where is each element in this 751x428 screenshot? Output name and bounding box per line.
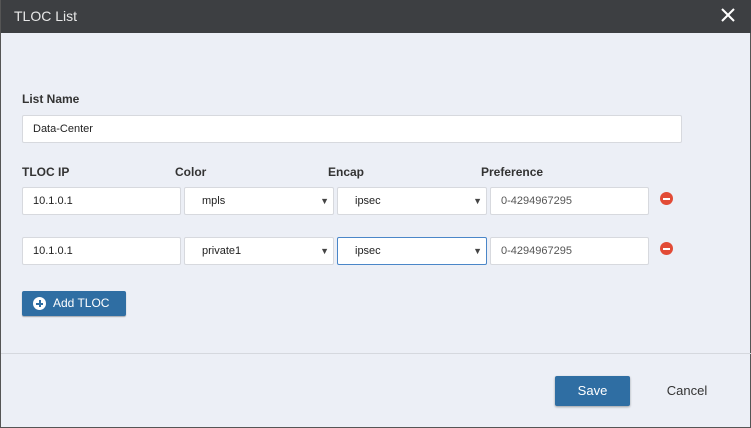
encap-select-value: ipsec xyxy=(355,245,381,257)
tloc-ip-input[interactable]: 10.1.0.1 xyxy=(22,237,181,265)
color-header: Color xyxy=(175,165,207,179)
encap-select[interactable]: ipsec ▼ xyxy=(337,237,487,265)
remove-row-icon[interactable] xyxy=(660,192,673,205)
chevron-down-icon: ▼ xyxy=(473,196,482,206)
encap-select[interactable]: ipsec ▼ xyxy=(337,187,487,215)
dialog-title-bar: TLOC List xyxy=(1,0,751,33)
save-button[interactable]: Save xyxy=(555,376,630,406)
tloc-ip-input[interactable]: 10.1.0.1 xyxy=(22,187,181,215)
add-tloc-button[interactable]: Add TLOC xyxy=(22,291,126,316)
encap-header: Encap xyxy=(328,165,365,179)
preference-input[interactable]: 0-4294967295 xyxy=(490,237,649,265)
chevron-down-icon: ▼ xyxy=(473,246,482,256)
plus-circle-icon xyxy=(33,297,46,310)
cancel-button[interactable]: Cancel xyxy=(651,376,723,406)
color-select[interactable]: mpls ▼ xyxy=(184,187,334,215)
color-select-value: mpls xyxy=(202,195,226,207)
tloc-ip-header: TLOC IP xyxy=(22,165,70,179)
footer-divider xyxy=(1,353,751,354)
list-name-input[interactable]: Data-Center xyxy=(22,115,682,143)
close-button[interactable] xyxy=(713,2,743,30)
color-select-value: private1 xyxy=(202,245,242,257)
close-icon xyxy=(721,8,735,22)
chevron-down-icon: ▼ xyxy=(320,196,329,206)
encap-select-value: ipsec xyxy=(355,195,381,207)
chevron-down-icon: ▼ xyxy=(320,246,329,256)
preference-header: Preference xyxy=(481,165,544,179)
list-name-label: List Name xyxy=(22,92,80,106)
dialog-title: TLOC List xyxy=(14,8,78,24)
color-select[interactable]: private1 ▼ xyxy=(184,237,334,265)
preference-input[interactable]: 0-4294967295 xyxy=(490,187,649,215)
tloc-list-dialog: TLOC List List Name Data-Center TLOC IP … xyxy=(0,0,751,428)
add-tloc-label: Add TLOC xyxy=(53,296,110,310)
remove-row-icon[interactable] xyxy=(660,242,673,255)
